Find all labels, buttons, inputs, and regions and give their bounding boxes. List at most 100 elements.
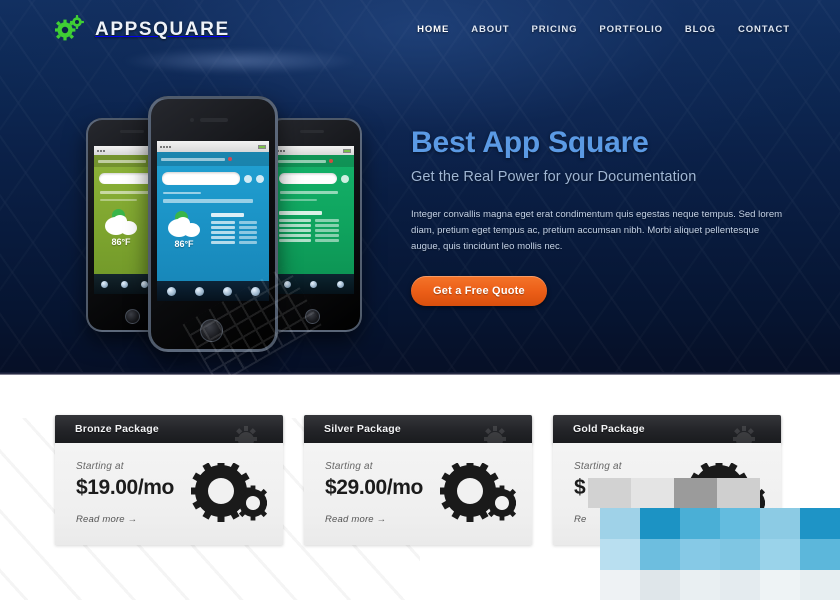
mosaic-block (600, 570, 640, 600)
hero-body-text: Integer convallis magna eget erat condim… (411, 209, 783, 253)
nav-item-contact[interactable]: CONTACT (738, 24, 790, 35)
tab-icon[interactable] (194, 286, 204, 296)
nav-item-about[interactable]: ABOUT (471, 24, 509, 35)
battery-icon (258, 144, 266, 149)
mosaic-block (800, 508, 840, 539)
home-button[interactable] (125, 309, 140, 324)
app-title-bar (157, 152, 269, 166)
mosaic-block (800, 539, 840, 570)
close-icon (329, 159, 333, 163)
search-input[interactable] (162, 172, 240, 185)
gear-icon (231, 424, 261, 443)
status-bar (157, 141, 269, 152)
section-divider (0, 372, 840, 375)
phone-mockup-center: 86°F (148, 96, 278, 352)
get-free-quote-button[interactable]: Get a Free Quote (411, 276, 547, 307)
weather-icon: 86°F (99, 209, 143, 247)
hero-copy: Best App Square Get the Real Power for y… (411, 126, 793, 307)
mosaic-block (674, 478, 717, 508)
tab-icon[interactable] (310, 280, 318, 288)
tab-icon[interactable] (140, 280, 148, 288)
read-more-silver[interactable]: Read more → (325, 514, 386, 525)
weather-panel (274, 206, 354, 245)
mosaic-block (640, 539, 680, 570)
mosaic-block (760, 508, 800, 539)
hero-subtitle: Get the Real Power for your Documentatio… (411, 169, 697, 185)
mosaic-block (800, 570, 840, 600)
tab-icon[interactable] (283, 280, 291, 288)
card-header: Silver Package (304, 415, 532, 443)
mosaic-block (600, 508, 640, 539)
tab-icon[interactable] (337, 280, 345, 288)
card-body: Starting at $19.00/mo Read more → (55, 443, 283, 545)
weather-table (211, 211, 264, 249)
phone-mockup-right (266, 118, 362, 332)
nav-item-pricing[interactable]: PRICING (532, 24, 578, 35)
home-button[interactable] (305, 309, 320, 324)
close-icon (228, 157, 232, 161)
brand-logo[interactable]: APPSQUARE (54, 14, 230, 45)
phone-screen-right (274, 146, 354, 294)
tab-icon[interactable] (166, 286, 176, 296)
package-title-silver: Silver Package (324, 423, 401, 435)
mosaic-block (588, 478, 631, 508)
tab-icon[interactable] (222, 286, 232, 296)
mosaic-block (760, 539, 800, 570)
tab-icon[interactable] (250, 286, 260, 296)
tab-bar[interactable] (157, 281, 269, 301)
nav-item-blog[interactable]: BLOG (685, 24, 716, 35)
phone-speaker (300, 130, 324, 133)
search-row (274, 167, 354, 186)
package-title-bronze: Bronze Package (75, 423, 159, 435)
mosaic-block (600, 539, 640, 570)
mosaic-overlay-pale (600, 570, 840, 600)
card-header: Bronze Package (55, 415, 283, 443)
mosaic-block (717, 478, 760, 508)
card-header: Gold Package (553, 415, 781, 443)
mosaic-block (680, 570, 720, 600)
tab-icon[interactable] (100, 280, 108, 288)
refresh-icon[interactable] (341, 174, 349, 183)
search-row (157, 166, 269, 187)
temperature-center: 86°F (174, 239, 194, 249)
hero-title: Best App Square (411, 126, 649, 159)
phone-screen-center: 86°F (157, 141, 269, 301)
phone-showcase: 86°F 86°F (84, 96, 362, 352)
weather-heading (211, 213, 244, 217)
mosaic-block (680, 539, 720, 570)
gear-icon (480, 424, 510, 443)
pricing-card-bronze[interactable]: Bronze Package Starting at $19.00/mo Rea… (55, 415, 283, 545)
mosaic-overlay-blue (600, 508, 840, 570)
mosaic-block (720, 539, 760, 570)
search-input[interactable] (279, 173, 337, 184)
weather-table (279, 209, 349, 242)
nav-item-portfolio[interactable]: PORTFOLIO (599, 24, 663, 35)
gears-icon (439, 460, 520, 528)
tab-bar[interactable] (274, 274, 354, 294)
phone-speaker (120, 130, 144, 133)
mosaic-block (680, 508, 720, 539)
status-bar (274, 146, 354, 155)
home-button[interactable] (200, 319, 223, 342)
mosaic-block (631, 478, 674, 508)
refresh-icon[interactable] (244, 174, 252, 183)
weather-icon: 86°F (162, 211, 206, 249)
gears-icon (190, 460, 271, 528)
site-header: APPSQUARE HOME ABOUT PRICING PORTFOLIO B… (0, 0, 840, 58)
nav-item-home[interactable]: HOME (417, 24, 449, 35)
read-more-gold[interactable]: Re (574, 514, 587, 525)
settings-icon[interactable] (256, 174, 264, 183)
pricing-card-silver[interactable]: Silver Package Starting at $29.00/mo Rea… (304, 415, 532, 545)
app-title-bar (274, 155, 354, 167)
weather-panel: 86°F (157, 205, 269, 252)
card-body: Starting at $29.00/mo Read more → (304, 443, 532, 545)
mosaic-block (720, 508, 760, 539)
phone-speaker (200, 118, 228, 122)
gears-icon (54, 14, 86, 45)
brand-name: APPSQUARE (95, 18, 230, 40)
tab-icon[interactable] (120, 280, 128, 288)
mosaic-overlay-gray (588, 478, 760, 508)
read-more-bronze[interactable]: Read more → (76, 514, 137, 525)
mosaic-block (640, 570, 680, 600)
mosaic-block (760, 570, 800, 600)
